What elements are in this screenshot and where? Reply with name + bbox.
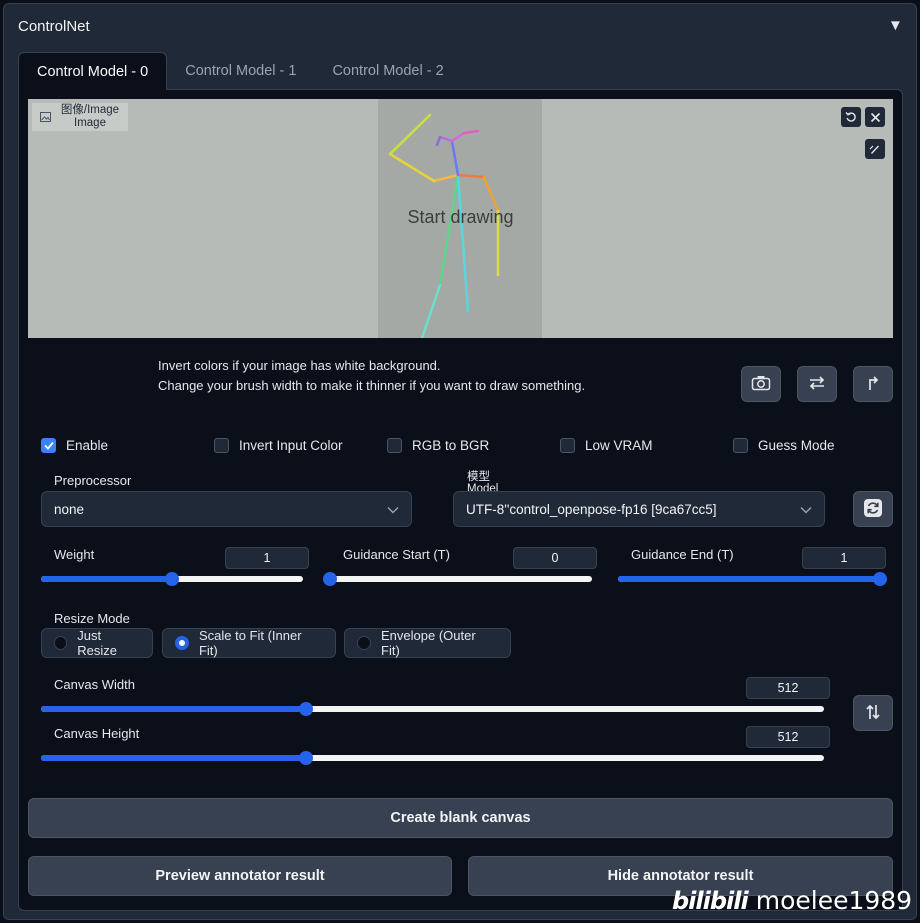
image-canvas[interactable]: Start drawing 图像/Image Image	[28, 99, 893, 338]
radio-label: Just Resize	[77, 628, 117, 658]
checkbox-box	[560, 438, 575, 453]
guess-mode-checkbox[interactable]: Guess Mode	[733, 438, 835, 453]
close-icon[interactable]	[865, 107, 885, 127]
canvas-width-label: Canvas Width	[54, 677, 135, 692]
hint-line-1: Invert colors if your image has white ba…	[158, 358, 441, 373]
create-blank-canvas-button[interactable]: Create blank canvas	[28, 798, 893, 838]
slider-fill	[41, 706, 307, 712]
checkbox-label: RGB to BGR	[412, 438, 490, 453]
preview-annotator-button[interactable]: Preview annotator result	[28, 856, 452, 896]
checkbox-label: Enable	[66, 438, 109, 453]
swap-vertical-icon	[864, 703, 882, 724]
tab-control-model-0[interactable]: Control Model - 0	[18, 52, 168, 90]
checkbox-label: Invert Input Color	[239, 438, 343, 453]
checkbox-box	[387, 438, 402, 453]
guidance-start-label: Guidance Start (T)	[343, 547, 450, 562]
radio-dot-selected	[175, 636, 189, 650]
radio-dot	[357, 636, 371, 650]
refresh-icon	[863, 498, 883, 521]
image-input-label-text: 图像/Image Image	[53, 104, 127, 130]
swap-horizontal-icon	[808, 375, 826, 393]
webcam-button[interactable]	[741, 366, 781, 402]
panel-title: ControlNet	[18, 18, 90, 35]
radio-label: Scale to Fit (Inner Fit)	[198, 628, 302, 658]
model-value: UTF-8''control_openpose-fp16 [9ca67cc5]	[466, 501, 717, 517]
image-label-en: Image	[74, 117, 106, 129]
slider-fill	[41, 755, 307, 761]
brush-icon[interactable]	[865, 139, 885, 159]
canvas-placeholder: Start drawing	[407, 207, 514, 227]
tab-control-model-2[interactable]: Control Model - 2	[314, 52, 461, 90]
weight-slider[interactable]	[41, 572, 303, 586]
canvas-hint: Invert colors if your image has white ba…	[158, 356, 585, 396]
checkbox-label: Low VRAM	[585, 438, 653, 453]
preprocessor-label: Preprocessor	[54, 473, 132, 488]
swap-dimensions-button[interactable]	[853, 695, 893, 731]
canvas-height-slider[interactable]	[41, 751, 824, 765]
guidance-end-label: Guidance End (T)	[631, 547, 734, 562]
preprocessor-value: none	[54, 501, 85, 517]
camera-icon	[751, 375, 771, 394]
canvas-width-slider[interactable]	[41, 702, 824, 716]
slider-thumb[interactable]	[165, 572, 179, 586]
resize-mode-label: Resize Mode	[54, 611, 130, 626]
radio-label: Envelope (Outer Fit)	[381, 628, 476, 658]
image-input-label: 图像/Image Image	[32, 103, 128, 131]
collapse-toggle-icon[interactable]: ▼	[888, 17, 903, 34]
guidance-end-slider[interactable]	[618, 572, 887, 586]
watermark: bilibili moelee1989	[672, 886, 912, 915]
slider-thumb[interactable]	[323, 572, 337, 586]
radio-scale-to-fit[interactable]: Scale to Fit (Inner Fit)	[162, 628, 336, 658]
invert-input-color-checkbox[interactable]: Invert Input Color	[214, 438, 343, 453]
watermark-username: moelee1989	[755, 886, 913, 915]
model-label-zh: 模型	[467, 471, 490, 483]
canvas-height-input[interactable]: 512	[746, 726, 830, 748]
checkbox-box	[733, 438, 748, 453]
radio-dot	[54, 636, 68, 650]
hint-line-2: Change your brush width to make it thinn…	[158, 378, 586, 393]
low-vram-checkbox[interactable]: Low VRAM	[560, 438, 653, 453]
send-dimensions-button[interactable]	[853, 366, 893, 402]
radio-just-resize[interactable]: Just Resize	[41, 628, 153, 658]
tab-bar: Control Model - 0 Control Model - 1 Cont…	[18, 52, 462, 90]
guidance-end-input[interactable]: 1	[802, 547, 886, 569]
checkbox-label: Guess Mode	[758, 438, 835, 453]
weight-label: Weight	[54, 547, 95, 562]
radio-envelope[interactable]: Envelope (Outer Fit)	[344, 628, 511, 658]
tab-control-model-1[interactable]: Control Model - 1	[167, 52, 314, 90]
preprocessor-select[interactable]: none	[41, 491, 412, 527]
mirror-webcam-button[interactable]	[797, 366, 837, 402]
bilibili-logo: bilibili	[672, 886, 749, 915]
chevron-down-icon	[387, 502, 399, 517]
slider-thumb[interactable]	[873, 572, 887, 586]
check-icon	[41, 438, 56, 453]
enable-checkbox[interactable]: Enable	[41, 438, 108, 453]
rgb-to-bgr-checkbox[interactable]: RGB to BGR	[387, 438, 489, 453]
canvas-height-label: Canvas Height	[54, 726, 140, 741]
image-icon	[37, 109, 53, 125]
guidance-start-slider[interactable]	[323, 572, 592, 586]
guidance-start-input[interactable]: 0	[513, 547, 597, 569]
slider-fill	[618, 576, 880, 582]
chevron-down-icon	[800, 502, 812, 517]
canvas-width-input[interactable]: 512	[746, 677, 830, 699]
weight-input[interactable]: 1	[225, 547, 309, 569]
checkbox-box	[214, 438, 229, 453]
slider-fill	[41, 576, 172, 582]
arrow-up-right-icon	[866, 375, 880, 394]
model-select[interactable]: UTF-8''control_openpose-fp16 [9ca67cc5]	[453, 491, 825, 527]
image-label-zh: 图像/Image	[60, 104, 120, 116]
refresh-models-button[interactable]	[853, 491, 893, 527]
undo-icon[interactable]	[841, 107, 861, 127]
